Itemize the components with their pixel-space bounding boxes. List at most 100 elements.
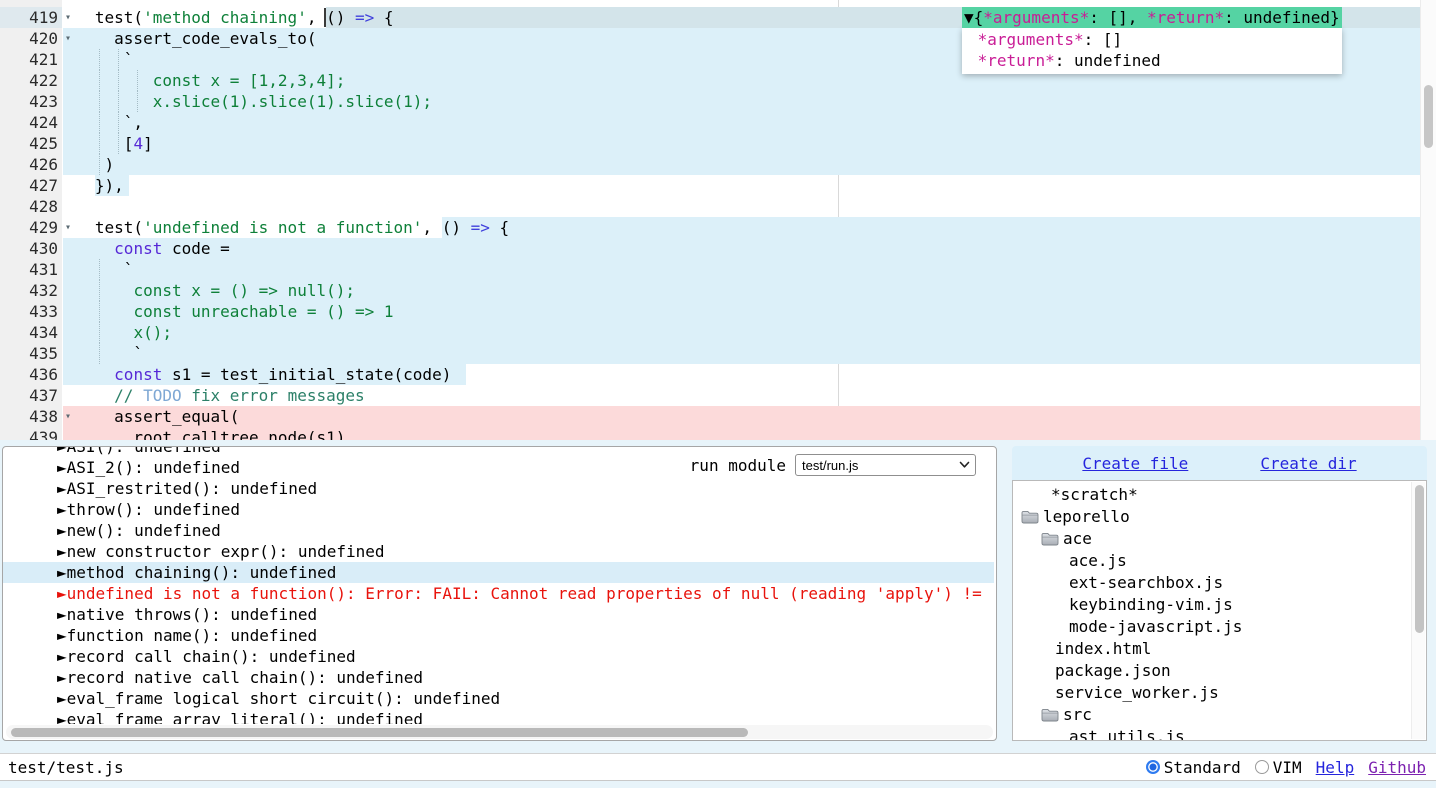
test-result-item[interactable]: ►ASI_restrited(): undefined xyxy=(3,478,994,499)
console-horizontal-scrollbar[interactable] xyxy=(6,725,993,739)
current-file-path: test/test.js xyxy=(0,758,124,777)
create-dir-link[interactable]: Create dir xyxy=(1260,454,1356,473)
line-number: 436 xyxy=(0,364,62,385)
line-number: 419▾ xyxy=(0,7,62,28)
code-line-text[interactable]: const s1 = test_initial_state(code) xyxy=(66,364,451,385)
github-link[interactable]: Github xyxy=(1368,758,1426,777)
editor-scrollbar-thumb[interactable] xyxy=(1424,85,1433,148)
test-result-item[interactable]: ►eval_frame logical short circuit(): und… xyxy=(3,688,994,709)
editor-scrollbar[interactable] xyxy=(1420,0,1436,440)
line-number: 432 xyxy=(0,280,62,301)
test-result-item[interactable]: ►method chaining(): undefined xyxy=(3,562,994,583)
folder-icon xyxy=(1021,510,1039,524)
tree-file[interactable]: ast_utils.js xyxy=(1013,726,1410,741)
fold-toggle-icon[interactable]: ▾ xyxy=(65,28,71,49)
code-line-text[interactable]: ) xyxy=(66,154,114,175)
code-line: root_calltree_node(s1),439 xyxy=(0,427,1436,440)
tree-folder[interactable]: leporello xyxy=(1013,506,1410,528)
code-line-text[interactable]: ` xyxy=(66,259,133,280)
keybinding-radio-vim[interactable]: VIM xyxy=(1255,758,1302,777)
tree-folder[interactable]: ace xyxy=(1013,528,1410,550)
code-line-text[interactable]: }), xyxy=(66,175,124,196)
console-scrollbar-thumb[interactable] xyxy=(11,728,748,737)
radio-icon[interactable] xyxy=(1255,760,1269,774)
tree-file[interactable]: keybinding-vim.js xyxy=(1013,594,1410,616)
code-line-text[interactable]: assert_equal( xyxy=(66,406,239,427)
file-tree-header: Create file Create dir xyxy=(1012,446,1427,480)
tree-file[interactable]: mode-javascript.js xyxy=(1013,616,1410,638)
test-result-item[interactable]: ►native throws(): undefined xyxy=(3,604,994,625)
line-number: 431 xyxy=(0,259,62,280)
fold-toggle-icon[interactable]: ▾ xyxy=(65,217,71,238)
tooltip-entry[interactable]: *arguments*: [] xyxy=(968,29,1336,50)
status-bar-controls: Standard VIM Help Github xyxy=(1146,758,1436,777)
test-result-item[interactable]: ►new constructor expr(): undefined xyxy=(3,541,994,562)
code-line: }),427 xyxy=(0,175,1436,196)
test-result-item[interactable]: ►throw(): undefined xyxy=(3,499,994,520)
code-line-text[interactable]: const unreachable = () => 1 xyxy=(66,301,394,322)
line-highlight xyxy=(63,133,1420,154)
code-line: assert_equal(438▾ xyxy=(0,406,1436,427)
file-tree-items: *scratch* leporello aceace.jsext-searchb… xyxy=(1013,484,1410,741)
radio-label: Standard xyxy=(1164,758,1241,777)
code-line-text[interactable]: [4] xyxy=(66,133,153,154)
code-line-text[interactable]: assert_code_evals_to( xyxy=(66,28,316,49)
tree-item-label: src xyxy=(1063,704,1092,726)
code-line: 428 xyxy=(0,196,1436,217)
line-number: 435 xyxy=(0,343,62,364)
code-line-text[interactable]: x(); xyxy=(66,322,172,343)
code-line: `,424 xyxy=(0,112,1436,133)
test-result-item[interactable]: ►record call chain(): undefined xyxy=(3,646,994,667)
code-line-text[interactable]: x.slice(1).slice(1).slice(1); xyxy=(66,91,432,112)
tree-item-label: *scratch* xyxy=(1051,484,1138,506)
code-line-text[interactable]: const x = () => null(); xyxy=(66,280,355,301)
code-line-text[interactable]: ` xyxy=(66,49,133,70)
code-line-text[interactable]: test('method chaining', () => { xyxy=(66,7,394,28)
line-number: 430 xyxy=(0,238,62,259)
tree-file[interactable]: index.html xyxy=(1013,638,1410,660)
radio-label: VIM xyxy=(1273,758,1302,777)
code-line-text[interactable]: root_calltree_node(s1), xyxy=(66,427,355,440)
test-result-item[interactable]: ►record native call chain(): undefined xyxy=(3,667,994,688)
tree-file[interactable]: service_worker.js xyxy=(1013,682,1410,704)
fold-toggle-icon[interactable]: ▾ xyxy=(65,406,71,427)
run-module-select[interactable]: test/run.js xyxy=(795,454,976,476)
test-result-item[interactable]: ►function name(): undefined xyxy=(3,625,994,646)
tree-file[interactable]: package.json xyxy=(1013,660,1410,682)
folder-icon xyxy=(1041,708,1059,722)
tree-folder[interactable]: src xyxy=(1013,704,1410,726)
keybinding-radio-standard[interactable]: Standard xyxy=(1146,758,1241,777)
code-line-text[interactable]: test('undefined is not a function', () =… xyxy=(66,217,509,238)
code-line-text[interactable]: `, xyxy=(66,112,143,133)
eval-result-header[interactable]: ▼{*arguments*: [], *return*: undefined} xyxy=(962,7,1342,28)
tooltip-entry[interactable]: *return*: undefined xyxy=(968,50,1336,71)
tree-item-label: ast_utils.js xyxy=(1069,726,1185,741)
fold-toggle-icon[interactable]: ▾ xyxy=(65,7,71,28)
code-line-text[interactable]: ` xyxy=(66,343,143,364)
code-line-text[interactable]: // TODO fix error messages xyxy=(66,385,365,406)
tree-scrollbar[interactable] xyxy=(1411,482,1425,739)
line-number: 421 xyxy=(0,49,62,70)
tree-file[interactable]: *scratch* xyxy=(1013,484,1410,506)
code-line-text[interactable]: const x = [1,2,3,4]; xyxy=(66,70,345,91)
test-result-item[interactable]: ►eval_frame array_literal(): undefined xyxy=(3,709,994,724)
tree-item-label: ace.js xyxy=(1069,550,1127,572)
line-number: 437 xyxy=(0,385,62,406)
test-result-item[interactable]: ►new(): undefined xyxy=(3,520,994,541)
code-line: // TODO fix error messages437 xyxy=(0,385,1436,406)
create-file-link[interactable]: Create file xyxy=(1082,454,1188,473)
help-link[interactable]: Help xyxy=(1316,758,1355,777)
code-line: `435 xyxy=(0,343,1436,364)
code-line-text[interactable]: const code = xyxy=(66,238,230,259)
test-result-item[interactable]: ►undefined is not a function(): Error: F… xyxy=(3,583,994,604)
tree-file[interactable]: ace.js xyxy=(1013,550,1410,572)
line-number: 438▾ xyxy=(0,406,62,427)
code-line: `431 xyxy=(0,259,1436,280)
status-bar: test/test.js Standard VIM Help Github xyxy=(0,753,1436,781)
line-number: 434 xyxy=(0,322,62,343)
tree-item-label: ace xyxy=(1063,528,1092,550)
code-editor: test('method chaining', () => {419▾ asse… xyxy=(0,0,1436,440)
tree-file[interactable]: ext-searchbox.js xyxy=(1013,572,1410,594)
radio-icon[interactable] xyxy=(1146,760,1160,774)
tree-scrollbar-thumb[interactable] xyxy=(1415,485,1424,633)
